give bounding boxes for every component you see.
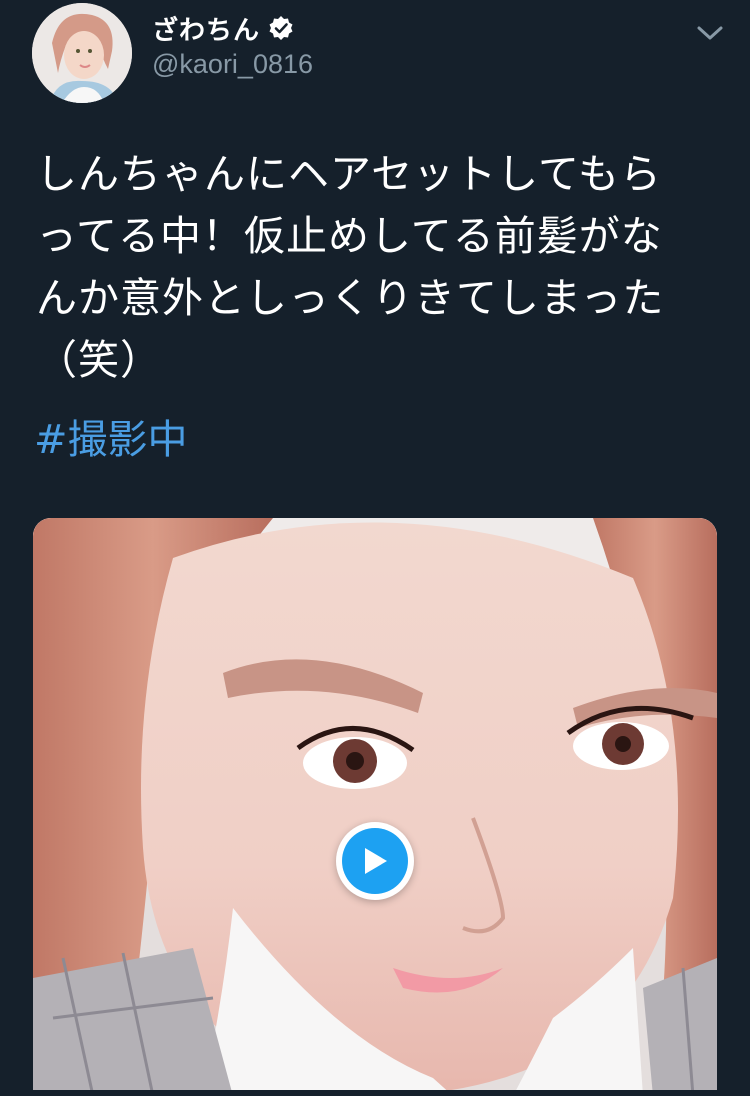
display-name[interactable]: ざわちん xyxy=(152,10,260,47)
avatar[interactable] xyxy=(32,3,132,103)
user-handle[interactable]: @kaori_0816 xyxy=(152,49,313,80)
hashtag-link[interactable]: #撮影中 xyxy=(34,412,188,468)
avatar-image xyxy=(32,3,132,103)
video-thumbnail xyxy=(33,518,717,1096)
tweet-text: しんちゃんにヘアセットしてもら ってる中！仮止めしてる前髪がな んか意外としっく… xyxy=(36,150,665,384)
play-icon xyxy=(342,828,408,894)
display-name-row[interactable]: ざわちん xyxy=(152,8,294,48)
divider xyxy=(0,1090,750,1096)
chevron-down-icon[interactable] xyxy=(696,22,724,44)
video-media[interactable] xyxy=(33,518,717,1096)
play-button[interactable] xyxy=(336,822,414,900)
verified-badge-icon xyxy=(268,15,294,41)
tweet: ざわちん @kaori_0816 しんちゃんにヘアセットしてもら ってる中！仮止… xyxy=(0,0,750,1096)
